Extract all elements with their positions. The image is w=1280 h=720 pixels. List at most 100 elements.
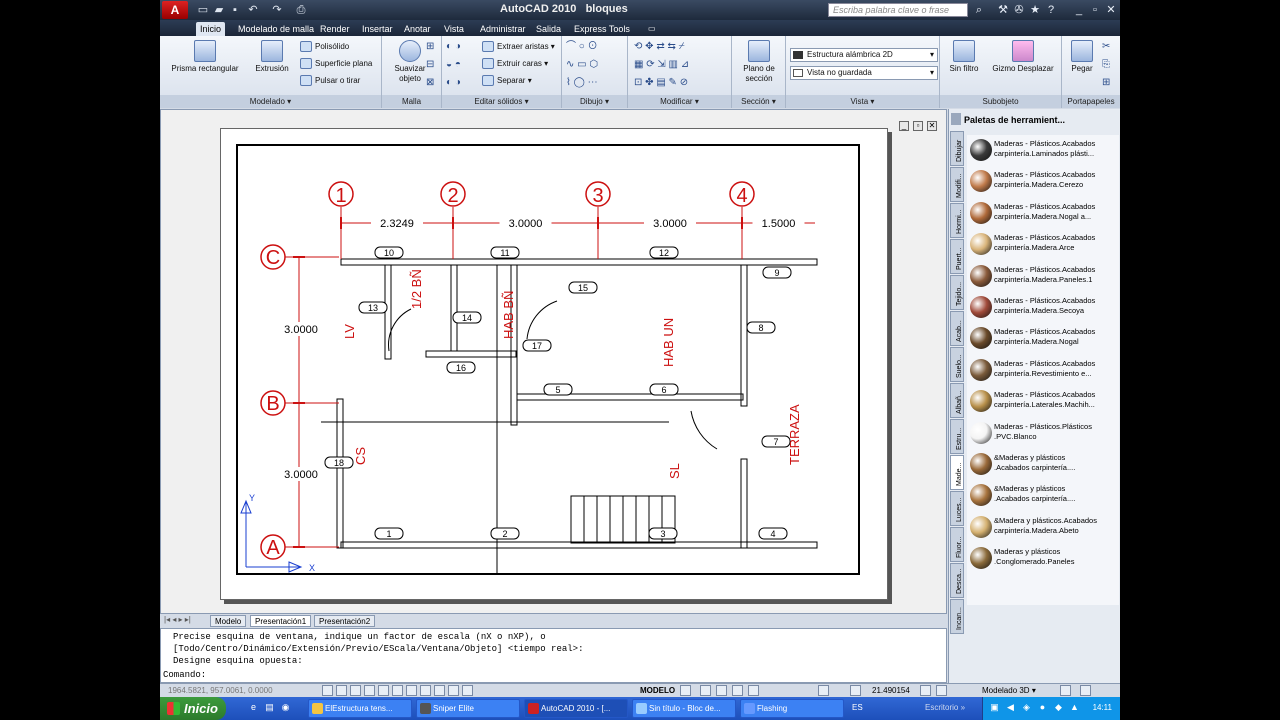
network-icon[interactable]: ▣ <box>989 702 1000 713</box>
material-tool[interactable]: &Maderas y plásticos .Acabados carpinterí… <box>969 482 1119 512</box>
infer-constraints-icon[interactable] <box>322 685 333 696</box>
redo-icon[interactable]: ↷ <box>270 3 284 17</box>
polisolido-button[interactable]: Polisólido <box>300 40 349 54</box>
update-icon[interactable]: ● <box>1037 702 1048 713</box>
task-sniper-elite[interactable]: Sniper Elite <box>416 699 520 718</box>
material-tool[interactable]: Maderas - Plásticos.Acabados carpintería.… <box>969 357 1119 387</box>
panel-label-vista[interactable]: Vista ▾ <box>786 95 939 108</box>
media-icon[interactable]: ◉ <box>280 702 291 713</box>
favorites-icon[interactable]: ★ <box>1028 3 1042 17</box>
panel-label-editar[interactable]: Editar sólidos ▾ <box>442 95 561 108</box>
material-tool[interactable]: Maderas - Plásticos.Acabados carpintería.… <box>969 294 1119 324</box>
palette-tab[interactable]: Luces... <box>950 491 964 526</box>
snap-mode-icon[interactable] <box>336 685 347 696</box>
panel-label-modificar[interactable]: Modificar ▾ <box>628 95 731 108</box>
tab-anotar[interactable]: Anotar <box>400 22 435 36</box>
annotation-scale-icon[interactable] <box>936 685 947 696</box>
mesh-tools-icons[interactable]: ⊞ ⊟ ⊠ <box>426 38 440 92</box>
pulsar-tirar-button[interactable]: Pulsar o tirar <box>300 74 360 88</box>
antivirus-icon[interactable]: ◈ <box>1021 702 1032 713</box>
panel-label-malla[interactable]: Malla <box>382 95 441 108</box>
search-input[interactable]: Escriba palabra clave o frase <box>828 3 968 17</box>
material-tool[interactable]: Maderas y plásticos .Conglomerado.Paneles <box>969 545 1119 575</box>
annotation-visibility-icon[interactable] <box>920 685 931 696</box>
help-icon[interactable]: ? <box>1044 3 1058 17</box>
material-tool[interactable]: &Madera y plásticos.Acabados carpintería.… <box>969 514 1119 544</box>
layout-tab-presentacion1[interactable]: Presentación1 <box>250 615 312 627</box>
material-tool[interactable]: Maderas - Plásticos.Acabados carpintería.… <box>969 263 1119 293</box>
panel-label-modelado[interactable]: Modelado ▾ <box>160 95 381 108</box>
tab-salida[interactable]: Salida <box>532 22 565 36</box>
palette-tab[interactable]: Albañ... <box>950 383 964 418</box>
panel-label-subobjeto[interactable]: Subobjeto <box>940 95 1061 108</box>
model-space-toggle[interactable]: MODELO <box>640 684 675 697</box>
layout-tab-presentacion2[interactable]: Presentación2 <box>314 615 376 627</box>
save-icon[interactable]: ▪ <box>228 3 242 17</box>
dynamic-ucs-icon[interactable] <box>434 685 445 696</box>
palette-tab[interactable]: Fluor... <box>950 527 964 562</box>
separar-button[interactable]: Separar ▾ <box>482 74 532 88</box>
palette-tab[interactable]: Suelo... <box>950 347 964 382</box>
workspace-switch[interactable]: Modelado 3D ▾ <box>982 684 1036 697</box>
dynamic-input-icon[interactable] <box>448 685 459 696</box>
volume-icon[interactable]: ◀ <box>1005 702 1016 713</box>
palette-grip-icon[interactable] <box>951 113 961 125</box>
extrusion-button[interactable]: Extrusión <box>250 40 294 74</box>
plano-seccion-button[interactable]: Plano de sección <box>736 40 782 84</box>
material-tool[interactable]: Maderas - Plásticos.Acabados carpintería.… <box>969 200 1119 230</box>
palette-tab[interactable]: Hormi... <box>950 203 964 238</box>
open-icon[interactable]: ▰ <box>212 3 226 17</box>
draw-tools-icons[interactable]: ⌒ ○ ⊙ ∿ ▭ ⬡ ⌇ ◯ ⋯ <box>566 38 626 92</box>
viewport-close-icon[interactable]: ✕ <box>927 121 937 131</box>
layout-nav-icons[interactable]: |◂ ◂ ▸ ▸| <box>164 615 191 624</box>
pan-icon[interactable] <box>700 685 711 696</box>
start-button[interactable]: Inicio <box>160 697 226 720</box>
viewport-restore-icon[interactable]: ▫ <box>913 121 923 131</box>
task-flashing[interactable]: Flashing <box>740 699 844 718</box>
extraer-aristas-button[interactable]: Extraer aristas ▾ <box>482 40 555 54</box>
quick-view-icon[interactable] <box>818 685 829 696</box>
folder-icon[interactable]: ▤ <box>264 702 275 713</box>
ribbon-minimize-icon[interactable]: ▭ <box>644 22 660 36</box>
3d-osnap-icon[interactable] <box>406 685 417 696</box>
tab-modelado-malla[interactable]: Modelado de malla <box>234 22 318 36</box>
panel-label-portapapeles[interactable]: Portapapeles <box>1062 95 1120 108</box>
ortho-mode-icon[interactable] <box>364 685 375 696</box>
desktop-toolbar[interactable]: Escritorio » <box>925 703 965 712</box>
palette-tab[interactable]: Incan... <box>950 599 964 634</box>
viewport-minimize-icon[interactable]: _ <box>899 121 909 131</box>
grid-display-icon[interactable] <box>350 685 361 696</box>
communication-icon[interactable]: ✇ <box>1012 3 1026 17</box>
ie-icon[interactable]: e <box>248 702 259 713</box>
task-autocad[interactable]: AutoCAD 2010 - [... <box>524 699 628 718</box>
maximize-icon[interactable]: ▫ <box>1088 3 1102 17</box>
showmotion-icon[interactable] <box>748 685 759 696</box>
pegar-button[interactable]: Pegar <box>1064 40 1100 74</box>
sin-filtro-button[interactable]: Sin filtro <box>944 40 984 74</box>
plot-icon[interactable]: ⎙ <box>294 3 308 17</box>
tab-inicio[interactable]: Inicio <box>196 22 226 36</box>
palette-tab[interactable]: Modifi... <box>950 167 964 202</box>
tray-app2-icon[interactable]: ▲ <box>1069 702 1080 713</box>
panel-label-dibujo[interactable]: Dibujo ▾ <box>562 95 627 108</box>
visual-style-select[interactable]: Estructura alámbrica 2D ▾ <box>790 48 938 62</box>
object-snap-icon[interactable] <box>392 685 403 696</box>
object-tracking-icon[interactable] <box>420 685 431 696</box>
tab-vista[interactable]: Vista <box>440 22 468 36</box>
zoom-icon[interactable] <box>716 685 727 696</box>
material-tool[interactable]: Maderas - Plásticos.Acabados carpintería.… <box>969 388 1119 418</box>
tray-app-icon[interactable]: ◆ <box>1053 702 1064 713</box>
drawing-area[interactable]: 1234 CBA 2.3249 3.0000 3.0000 1.5000 3.0000… <box>160 109 947 614</box>
material-tool[interactable]: Maderas - Plásticos.Acabados carpintería.… <box>969 168 1119 198</box>
palette-tab[interactable]: Made... <box>950 455 964 490</box>
polar-tracking-icon[interactable] <box>378 685 389 696</box>
gizmo-desplazar-button[interactable]: Gizmo Desplazar <box>990 40 1056 74</box>
task-estructura[interactable]: ElEstructura tens... <box>308 699 412 718</box>
task-bloc-notas[interactable]: Sin título - Bloc de... <box>632 699 736 718</box>
toolbar-lock-icon[interactable] <box>1060 685 1071 696</box>
panel-label-seccion[interactable]: Sección ▾ <box>732 95 785 108</box>
clean-screen-icon[interactable] <box>1080 685 1091 696</box>
viewport-scale[interactable]: 21.490154 <box>872 684 910 697</box>
modify-tools-icons[interactable]: ⟲ ✥ ⇄ ⇆ ⌿ ▦ ⟳ ⇲ ▥ ⊿ ⊡ ✤ ▤ ✎ ⊘ <box>634 38 730 92</box>
solid-edit-icons[interactable]: ◐ ◑ ◒ ◓ ◐ ◑ <box>446 38 484 92</box>
